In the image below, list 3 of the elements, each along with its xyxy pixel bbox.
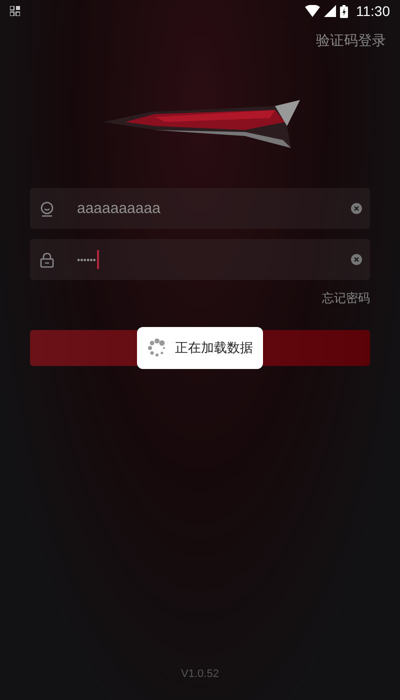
loading-message: 正在加载数据 — [175, 340, 253, 357]
version-label: V1.0.52 — [180, 668, 220, 682]
status-time: 11:30 — [356, 3, 390, 19]
